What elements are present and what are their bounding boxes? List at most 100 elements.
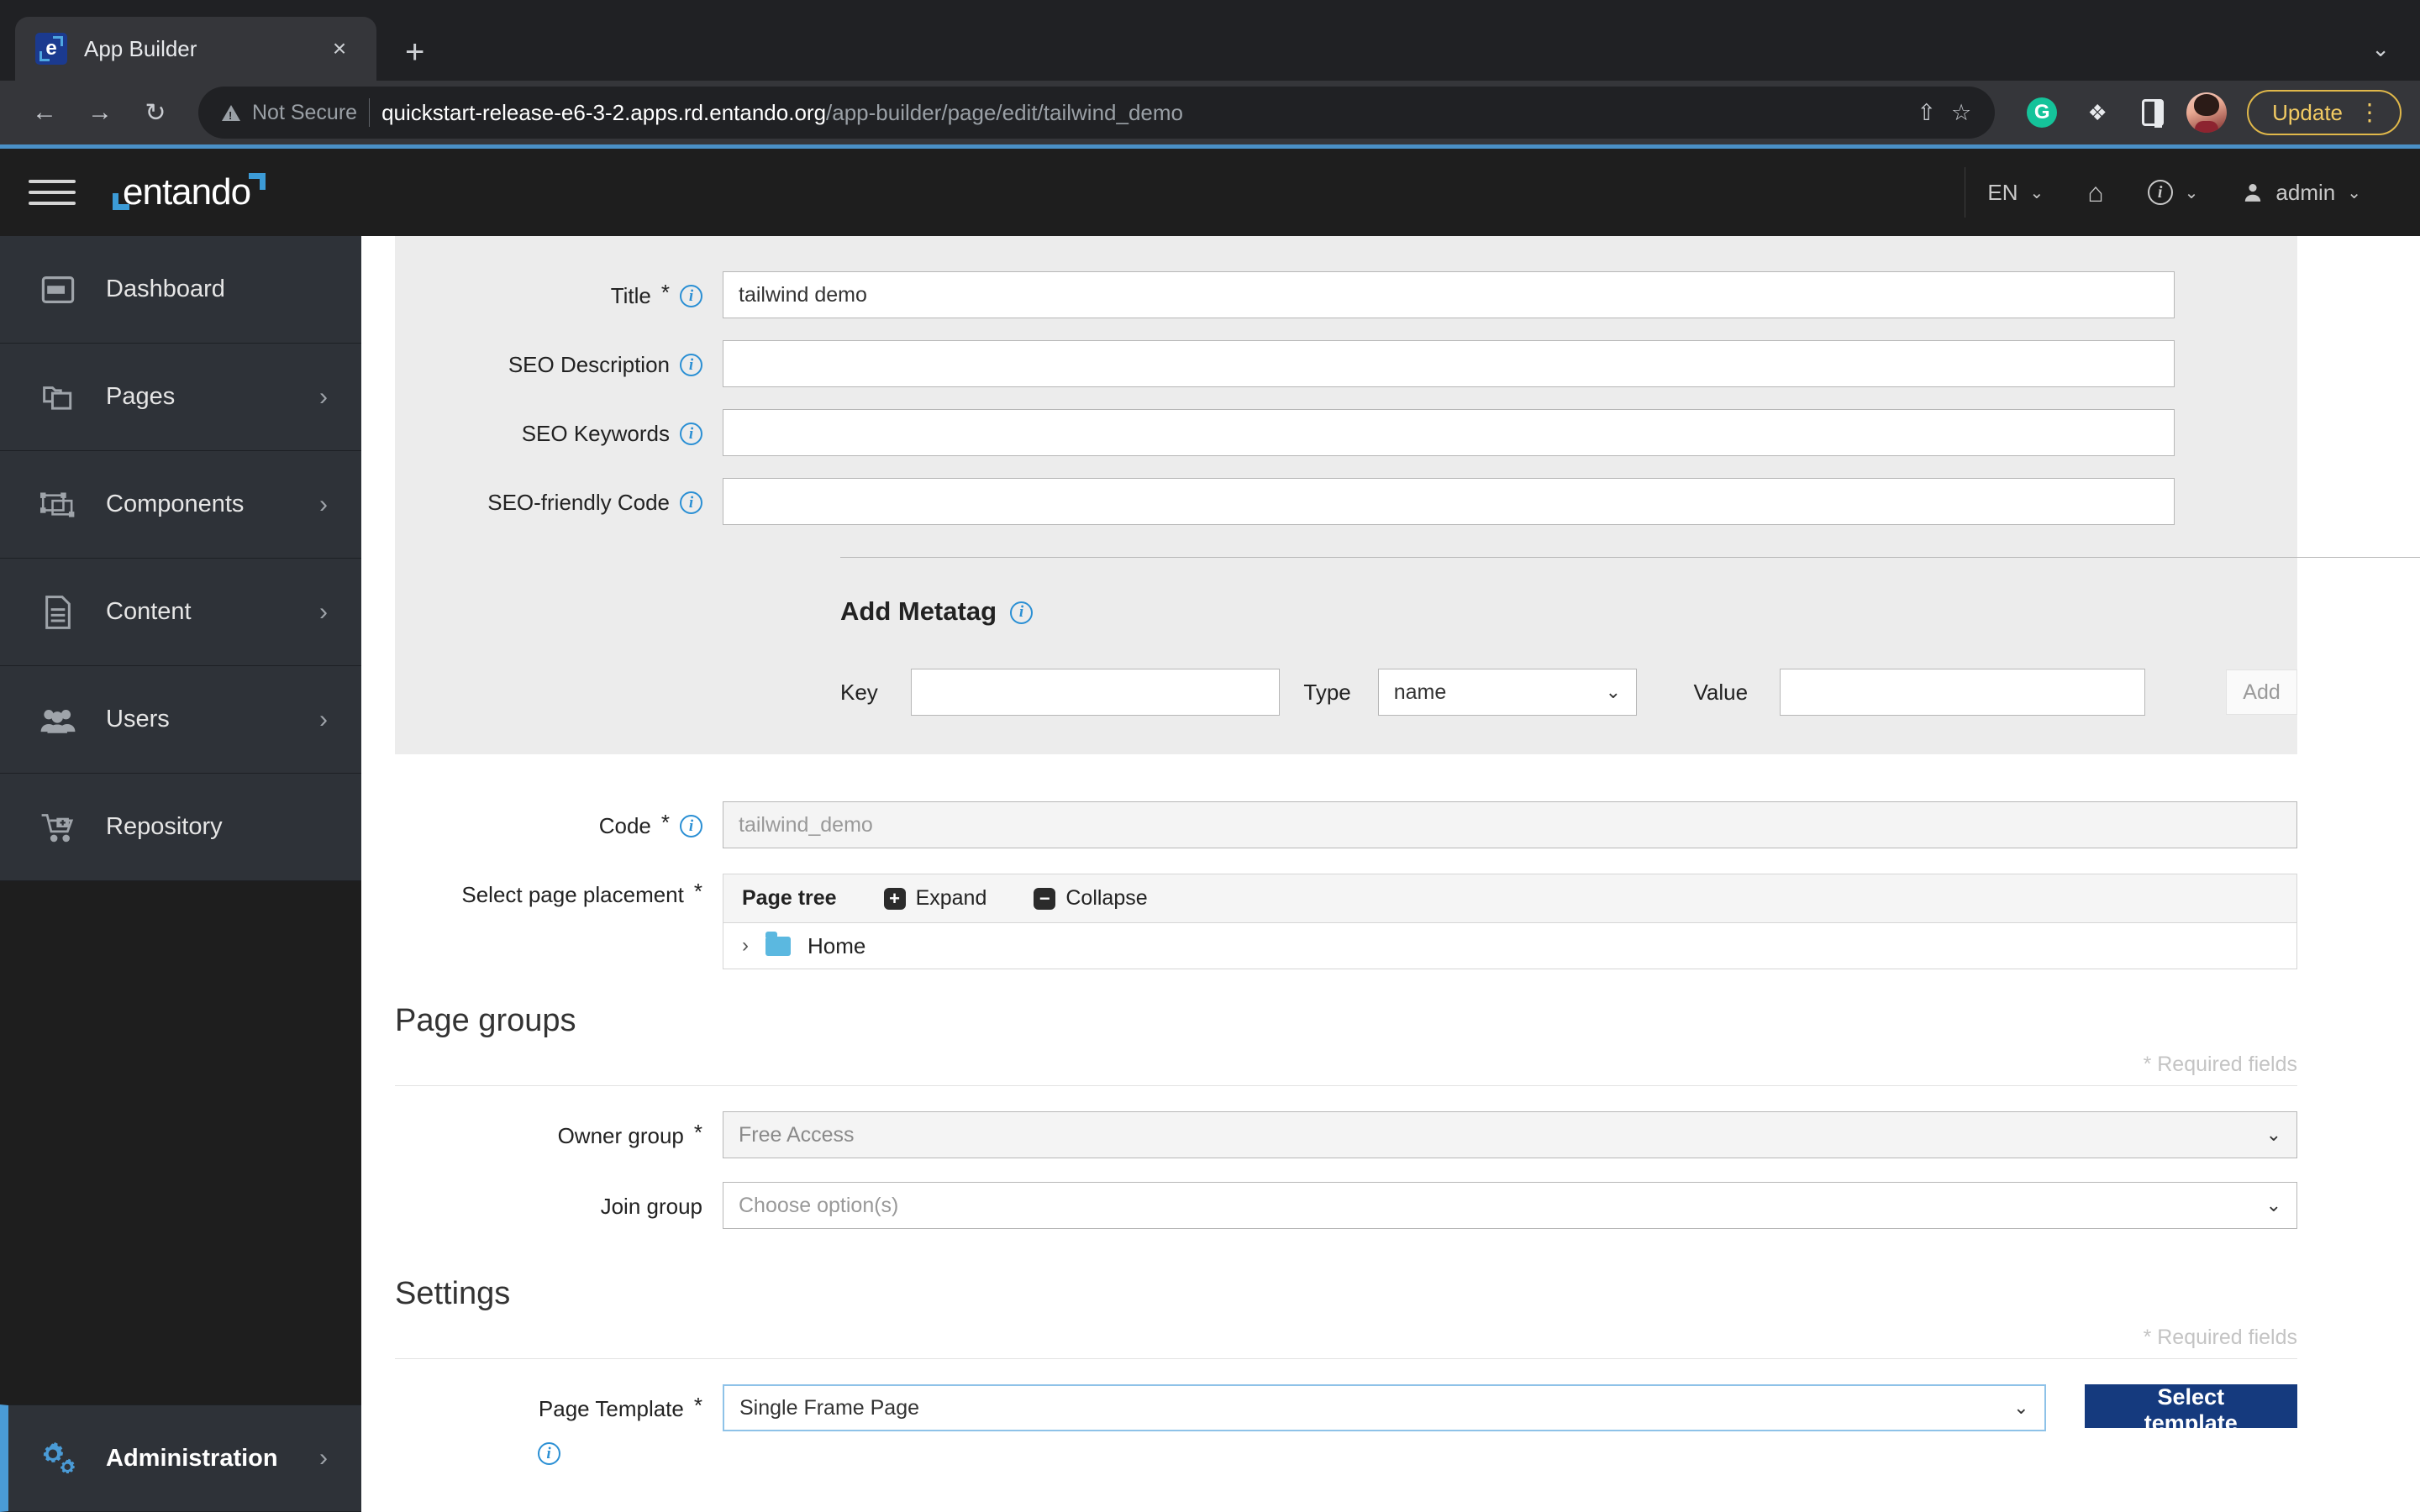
gears-icon xyxy=(39,1439,77,1478)
field-title: Title * i xyxy=(395,271,2297,318)
info-icon[interactable]: i xyxy=(680,815,702,837)
sidebar-item-repository[interactable]: Repository xyxy=(0,774,361,881)
share-icon[interactable]: ⇧ xyxy=(1917,100,1936,126)
home-button[interactable]: ⌂ xyxy=(2065,167,2125,218)
sidebar-item-label: Dashboard xyxy=(106,276,225,302)
chevron-right-icon: › xyxy=(319,490,328,518)
chevron-right-icon: › xyxy=(319,705,328,733)
expand-button[interactable]: + Expand xyxy=(883,886,987,911)
type-value: name xyxy=(1393,680,1447,704)
main-content: Title * i SEO Description i SEO Keywords xyxy=(361,236,2420,1512)
language-selector[interactable]: EN ⌄ xyxy=(1965,167,2065,218)
field-code: Code * i xyxy=(395,801,2297,848)
grammarly-icon[interactable]: G xyxy=(2020,91,2064,134)
title-input[interactable] xyxy=(723,271,2175,318)
expand-label: Expand xyxy=(915,886,987,910)
plus-icon: + xyxy=(883,887,906,910)
label-text: Select page placement xyxy=(461,882,684,907)
close-icon[interactable]: × xyxy=(323,35,356,62)
sidebar-item-administration[interactable]: Administration › xyxy=(0,1404,361,1512)
browser-tab[interactable]: e App Builder × xyxy=(15,17,376,81)
metatag-type-select[interactable]: name ⌄ xyxy=(1377,669,1638,716)
type-label: Type xyxy=(1303,679,1351,705)
sidebar-item-users[interactable]: Users › xyxy=(0,666,361,774)
bookmark-star-icon[interactable]: ☆ xyxy=(1951,100,1971,126)
home-icon: ⌂ xyxy=(2087,176,2104,207)
address-bar[interactable]: Not Secure quickstart-release-e6-3-2.app… xyxy=(198,87,1996,139)
forward-icon[interactable]: → xyxy=(74,87,126,139)
sidebar-item-label: Repository xyxy=(106,813,223,840)
collapse-button[interactable]: − Collapse xyxy=(1034,886,1148,911)
info-icon[interactable]: i xyxy=(537,1442,560,1465)
page-details-section: Code * i Select page placement * Page tree… xyxy=(361,801,2420,1465)
user-menu[interactable]: admin ⌄ xyxy=(2220,167,2383,218)
chevron-down-icon: ⌄ xyxy=(2013,1397,2029,1418)
join-group-select[interactable]: Choose option(s) ⌄ xyxy=(723,1182,2297,1229)
sidebar-item-dashboard[interactable]: Dashboard xyxy=(0,236,361,344)
reload-icon[interactable]: ↻ xyxy=(129,87,182,139)
url-text: quickstart-release-e6-3-2.apps.rd.entand… xyxy=(381,100,1183,126)
url-path: /app-builder/page/edit/tailwind_demo xyxy=(826,99,1183,125)
seo-description-input[interactable] xyxy=(723,340,2175,387)
select-template-button[interactable]: Select template xyxy=(2084,1384,2297,1436)
new-tab-icon[interactable]: + xyxy=(405,35,424,69)
sidebar-item-label: Users xyxy=(106,706,170,732)
not-secure-icon xyxy=(222,104,240,122)
chevron-right-icon[interactable]: › xyxy=(742,934,749,958)
app-root: entando EN ⌄ ⌂ i ⌄ admin ⌄ Dashboard Pag… xyxy=(0,149,2420,1512)
info-icon[interactable]: i xyxy=(1010,601,1033,624)
sidebar-item-content[interactable]: Content › xyxy=(0,559,361,666)
tab-title: App Builder xyxy=(84,35,197,61)
seo-keywords-input[interactable] xyxy=(723,409,2175,456)
chevron-down-icon[interactable]: ⌄ xyxy=(2371,36,2390,62)
entando-logo[interactable]: entando xyxy=(113,171,266,213)
page-tree: Page tree + Expand − Collapse › Home xyxy=(723,874,2297,969)
add-metatag-heading: Add Metatag i xyxy=(840,596,2297,627)
hamburger-menu-icon[interactable] xyxy=(29,172,76,213)
metatag-value-input[interactable] xyxy=(1780,669,2146,716)
metatag-key-input[interactable] xyxy=(911,669,1281,716)
info-menu[interactable]: i ⌄ xyxy=(2126,167,2221,218)
sidebar: Dashboard Pages › Components › Content ›… xyxy=(0,236,361,1512)
update-button[interactable]: Update ⋮ xyxy=(2247,90,2402,135)
field-owner-group: Owner group * Free Access ⌄ xyxy=(395,1111,2297,1158)
sidebar-item-label: Administration xyxy=(106,1444,278,1472)
components-icon xyxy=(39,486,77,524)
info-icon[interactable]: i xyxy=(680,491,702,514)
sidebar-item-components[interactable]: Components › xyxy=(0,451,361,559)
side-panel-icon[interactable] xyxy=(2131,91,2175,134)
page-template-select[interactable]: Single Frame Page ⌄ xyxy=(723,1384,2046,1431)
sidebar-spacer xyxy=(0,881,361,1404)
sidebar-item-label: Content xyxy=(106,598,192,625)
field-page-template: Page Template * i Single Frame Page ⌄ Sel… xyxy=(395,1384,2297,1465)
label-text: SEO-friendly Code xyxy=(487,490,670,515)
required-fields-note: * Required fields xyxy=(395,1053,2297,1086)
info-icon[interactable]: i xyxy=(680,423,702,445)
field-seo-friendly-code: SEO-friendly Code i xyxy=(395,478,2297,525)
field-join-group: Join group Choose option(s) ⌄ xyxy=(395,1182,2297,1229)
field-label: Code * i xyxy=(395,801,723,839)
field-label: SEO Description i xyxy=(395,340,723,378)
info-icon[interactable]: i xyxy=(680,354,702,376)
repository-icon xyxy=(39,808,77,847)
add-metatag-button[interactable]: Add xyxy=(2226,669,2297,715)
owner-group-select: Free Access ⌄ xyxy=(723,1111,2297,1158)
chevron-down-icon: ⌄ xyxy=(1605,681,1622,702)
chevron-down-icon: ⌄ xyxy=(2265,1194,2281,1215)
chevron-down-icon: ⌄ xyxy=(2347,183,2361,202)
collapse-label: Collapse xyxy=(1065,886,1148,910)
seo-friendly-code-input[interactable] xyxy=(723,478,2175,525)
required-marker: * xyxy=(693,1120,702,1145)
back-icon[interactable]: ← xyxy=(18,87,71,139)
field-seo-description: SEO Description i xyxy=(395,340,2297,387)
page-tree-header: Page tree + Expand − Collapse xyxy=(723,874,2296,923)
tree-node-home[interactable]: › Home xyxy=(723,923,2296,969)
section-divider xyxy=(840,557,2420,558)
info-icon[interactable]: i xyxy=(680,285,702,307)
avatar[interactable] xyxy=(2186,92,2228,133)
browser-menu-icon[interactable]: ⋮ xyxy=(2358,100,2381,123)
sidebar-item-pages[interactable]: Pages › xyxy=(0,344,361,451)
extensions-puzzle-icon[interactable]: ❖ xyxy=(2075,91,2119,134)
field-label: Page Template * i xyxy=(395,1384,723,1465)
page-template-value: Single Frame Page xyxy=(739,1395,920,1420)
